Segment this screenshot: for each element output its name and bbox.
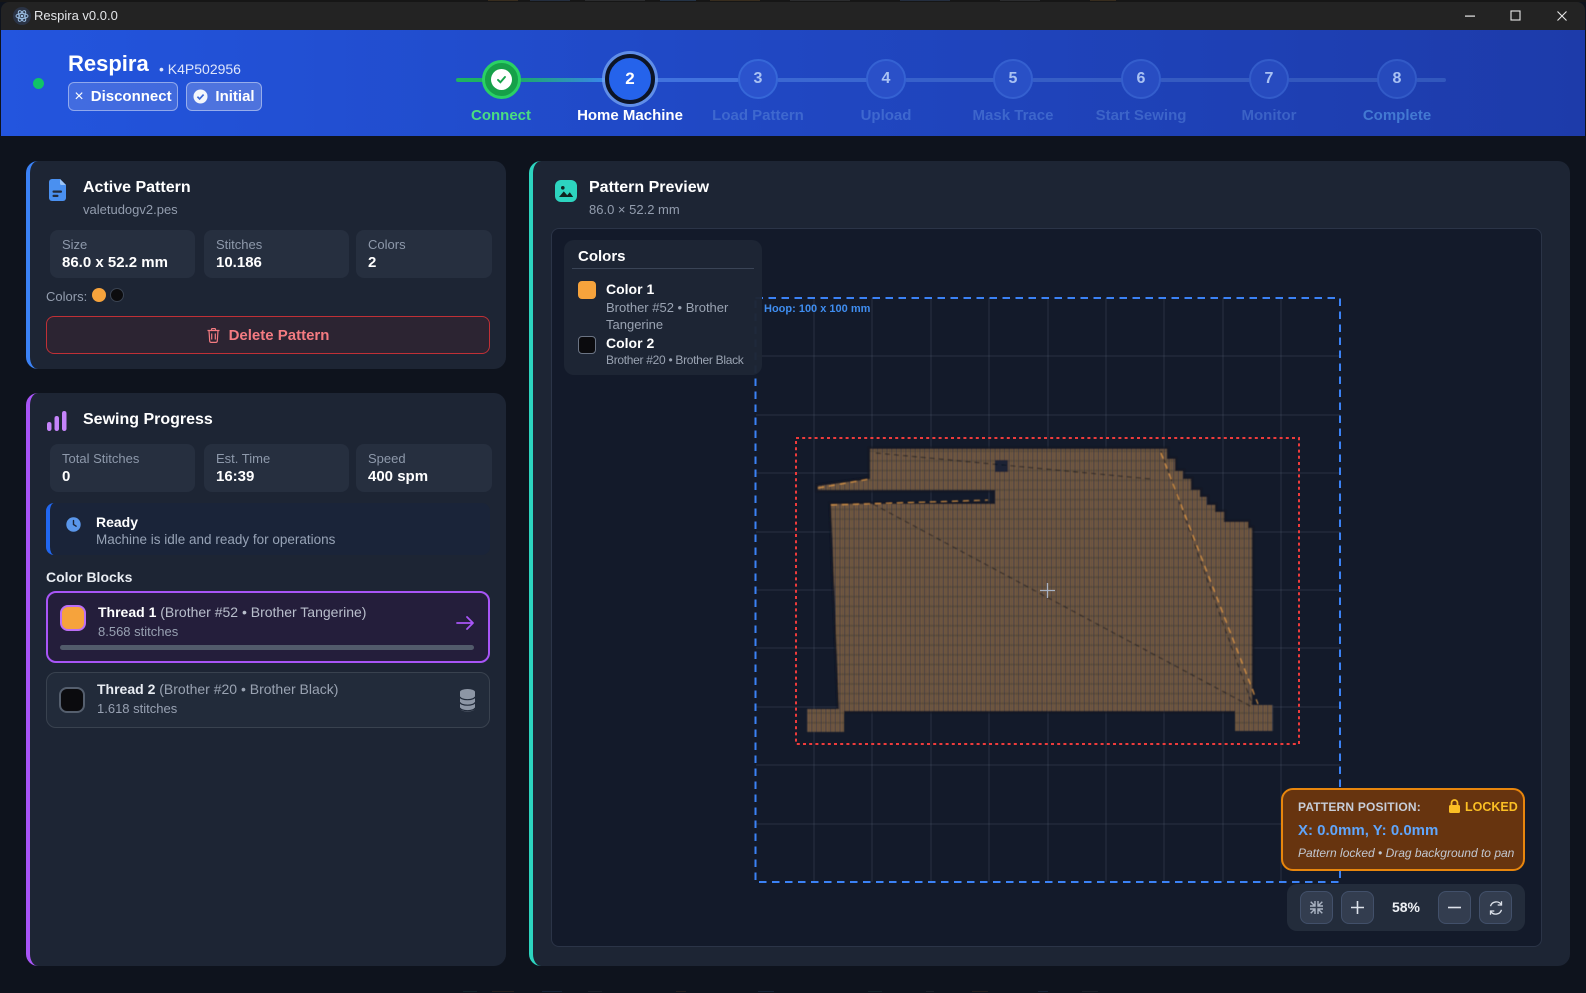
svg-text:Hoop: 100 x 100 mm: Hoop: 100 x 100 mm xyxy=(764,303,871,315)
